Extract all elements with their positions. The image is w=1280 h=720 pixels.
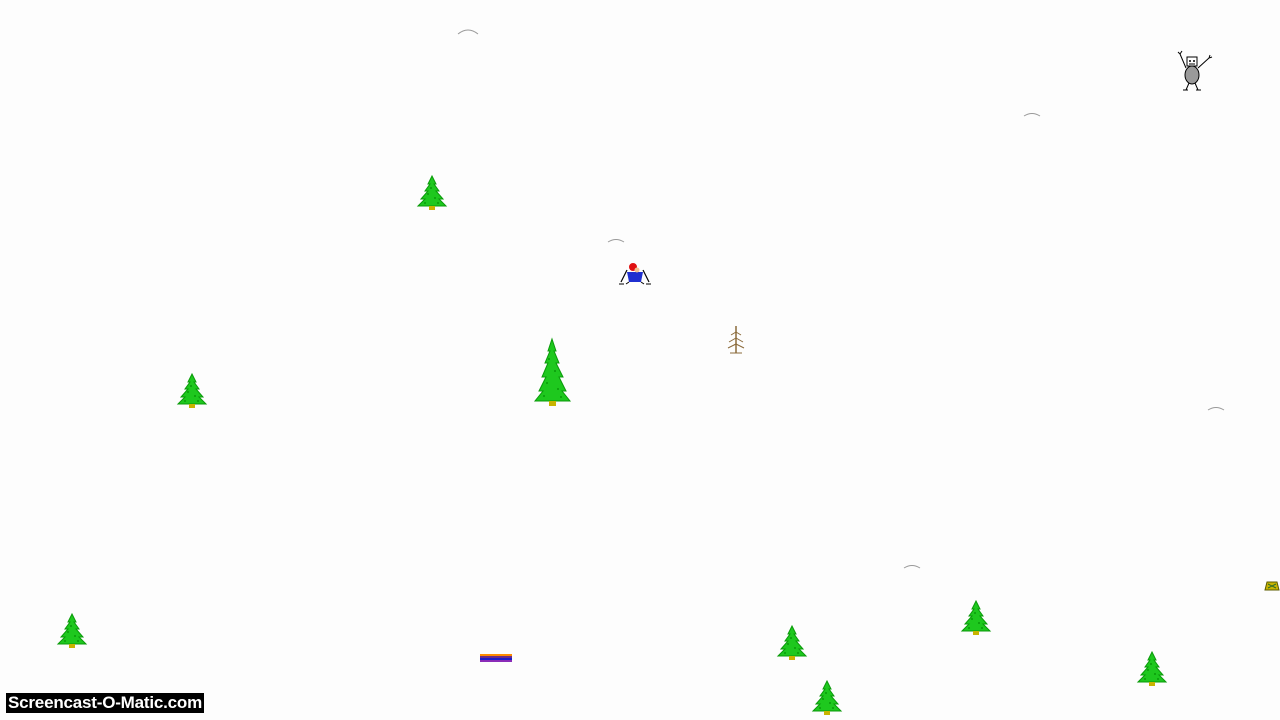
ski-slope-scene <box>57 29 1280 716</box>
watermark-label: Screencast-O-Matic.com <box>6 693 205 713</box>
snow-mound <box>1023 113 1041 117</box>
tree <box>812 680 842 716</box>
tree <box>1137 651 1167 687</box>
tall-tree <box>534 338 571 407</box>
snow-mound <box>607 239 625 243</box>
tree <box>961 600 991 636</box>
tree <box>417 175 447 211</box>
dead-tree <box>727 326 745 354</box>
skier <box>619 263 651 285</box>
snow-mound <box>457 29 479 35</box>
tree <box>57 613 87 649</box>
tree <box>777 625 807 661</box>
snow-mound <box>903 565 921 569</box>
tree <box>177 373 207 409</box>
tree-stump <box>1264 581 1280 591</box>
snow-mound <box>1207 407 1225 411</box>
yeti <box>1177 50 1213 91</box>
jump-ramp <box>480 654 512 662</box>
